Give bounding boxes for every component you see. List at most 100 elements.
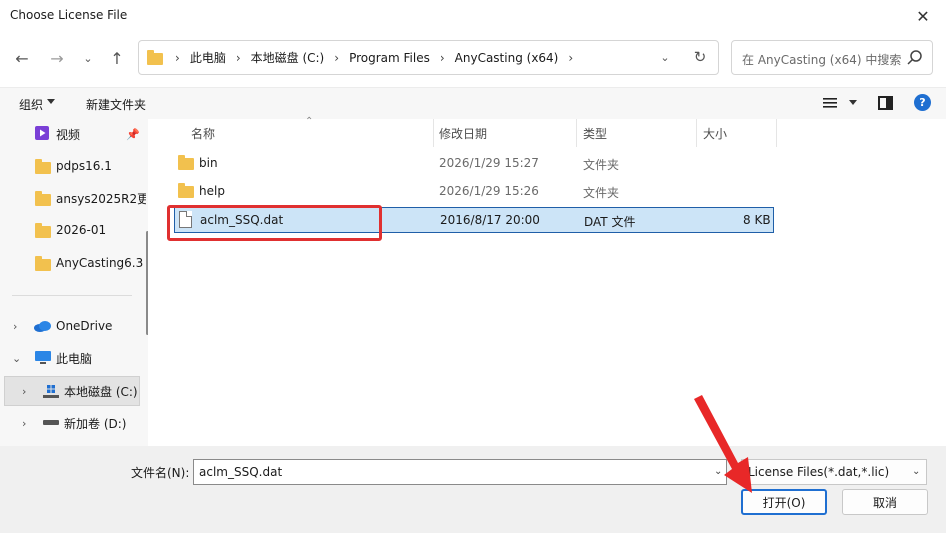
- breadcrumb-program-files[interactable]: Program Files: [349, 51, 430, 65]
- folder-icon: [147, 49, 163, 65]
- computer-icon: [35, 351, 51, 364]
- table-row[interactable]: bin 2026/1/29 15:27 文件夹: [174, 151, 774, 177]
- folder-icon: [35, 256, 51, 271]
- column-header-modified[interactable]: 修改日期: [439, 125, 487, 142]
- back-arrow-icon: ←: [15, 48, 29, 68]
- file-name: help: [199, 184, 225, 198]
- dialog-footer: 文件名(N): aclm_SSQ.dat ⌄ License Files(*.d…: [0, 446, 946, 533]
- title-bar: Choose License File ✕: [0, 0, 946, 32]
- file-type: 文件夹: [583, 186, 620, 200]
- search-box[interactable]: 在 AnyCasting (x64) 中搜索: [731, 40, 933, 75]
- close-button[interactable]: ✕: [900, 0, 946, 32]
- file-modified: 2016/8/17 20:00: [440, 213, 540, 227]
- file-modified: 2026/1/29 15:27: [439, 156, 539, 170]
- column-header-size[interactable]: 大小: [703, 125, 727, 142]
- cloud-icon: [34, 321, 51, 332]
- breadcrumb-separator: ›: [175, 50, 180, 65]
- caret-down-icon: [47, 99, 55, 104]
- folder-icon: [35, 159, 51, 174]
- nav-label: AnyCasting6.3: [56, 256, 144, 270]
- chevron-down-icon: ⌄: [660, 50, 670, 64]
- nav-label: pdps16.1: [56, 159, 112, 173]
- nav-item-this-pc[interactable]: ⌄ 此电脑: [0, 344, 148, 372]
- chevron-down-icon[interactable]: ⌄: [912, 466, 920, 477]
- nav-scrollbar[interactable]: [146, 231, 148, 335]
- refresh-button[interactable]: ↻: [690, 47, 710, 67]
- up-arrow-icon: ↑: [110, 48, 124, 68]
- folder-icon: [35, 191, 51, 206]
- pin-icon[interactable]: 📌: [126, 128, 140, 141]
- file-modified: 2026/1/29 15:26: [439, 184, 539, 198]
- drive-windows-icon: [43, 385, 59, 398]
- nav-item-pdps[interactable]: pdps16.1: [0, 152, 148, 180]
- search-input[interactable]: 在 AnyCasting (x64) 中搜索: [742, 51, 901, 68]
- address-bar[interactable]: › 此电脑 › 本地磁盘 (C:) › Program Files › AnyC…: [138, 40, 719, 75]
- search-icon: [907, 50, 922, 65]
- folder-icon: [35, 223, 51, 238]
- recent-locations-button[interactable]: ⌄: [74, 44, 102, 72]
- file-name: bin: [199, 156, 218, 170]
- chevron-down-icon[interactable]: ⌄: [12, 352, 21, 365]
- breadcrumb-local-disk[interactable]: 本地磁盘 (C:): [251, 49, 325, 66]
- nav-label: 本地磁盘 (C:): [64, 384, 138, 399]
- filename-label: 文件名(N):: [131, 466, 190, 480]
- nav-divider: [12, 295, 132, 296]
- cancel-button[interactable]: 取消: [842, 489, 928, 515]
- navigation-pane: 视频 📌 pdps16.1 ansys2025R2更 2026-01 AnyCa…: [0, 119, 148, 446]
- up-button[interactable]: ↑: [103, 44, 131, 72]
- column-separator[interactable]: [696, 119, 697, 147]
- back-button[interactable]: ←: [8, 44, 36, 72]
- file-size: 8 KB: [743, 213, 771, 227]
- nav-item-2026-01[interactable]: 2026-01: [0, 216, 148, 244]
- chevron-right-icon[interactable]: ›: [13, 320, 17, 333]
- nav-label: 新加卷 (D:): [64, 416, 127, 431]
- file-type: 文件夹: [583, 158, 620, 172]
- chevron-right-icon[interactable]: ›: [22, 417, 26, 430]
- column-separator[interactable]: [433, 119, 434, 147]
- close-icon: ✕: [916, 6, 930, 26]
- drive-icon: [43, 420, 59, 425]
- breadcrumb-separator: ›: [568, 50, 574, 65]
- nav-item-onedrive[interactable]: › OneDrive: [0, 312, 148, 340]
- help-icon[interactable]: ?: [914, 94, 931, 111]
- table-row[interactable]: help 2026/1/29 15:26 文件夹: [174, 179, 774, 205]
- nav-item-anycasting[interactable]: AnyCasting6.3: [0, 249, 148, 277]
- address-dropdown-button[interactable]: ⌄: [655, 47, 675, 67]
- chevron-right-icon[interactable]: ›: [22, 385, 26, 398]
- annotation-highlight-box: [167, 205, 382, 241]
- refresh-icon: ↻: [693, 48, 707, 66]
- column-separator[interactable]: [576, 119, 577, 147]
- nav-label: ansys2025R2更: [56, 191, 146, 206]
- file-type-select[interactable]: License Files(*.dat,*.lic): [741, 459, 927, 485]
- nav-item-ansys[interactable]: ansys2025R2更: [0, 184, 148, 212]
- nav-label: OneDrive: [56, 319, 113, 333]
- list-view-icon[interactable]: [823, 97, 837, 109]
- column-header-type[interactable]: 类型: [583, 125, 607, 142]
- nav-label: 视频: [56, 127, 81, 142]
- breadcrumb-separator: ›: [235, 50, 241, 65]
- breadcrumb-separator: ›: [334, 50, 340, 65]
- command-toolbar: 组织 新建文件夹 ?: [0, 87, 946, 119]
- window-title: Choose License File: [10, 8, 128, 22]
- video-icon: [35, 126, 49, 140]
- column-header-name[interactable]: 名称: [191, 125, 215, 142]
- new-folder-button[interactable]: 新建文件夹: [86, 96, 146, 113]
- filename-input[interactable]: aclm_SSQ.dat: [193, 459, 727, 485]
- column-separator[interactable]: [776, 119, 777, 147]
- file-type: DAT 文件: [584, 215, 636, 229]
- nav-item-volume-d[interactable]: › 新加卷 (D:): [0, 409, 148, 437]
- caret-down-icon[interactable]: [849, 100, 857, 105]
- forward-button[interactable]: →: [43, 44, 71, 72]
- nav-label: 此电脑: [56, 351, 93, 366]
- preview-pane-icon[interactable]: [878, 96, 893, 110]
- organize-button[interactable]: 组织: [19, 96, 43, 113]
- sort-caret-icon: ⌃: [305, 116, 314, 127]
- breadcrumb-this-pc[interactable]: 此电脑: [190, 49, 226, 66]
- file-list: ⌃ 名称 修改日期 类型 大小 bin 2026/1/29 15:27 文件夹 …: [158, 116, 946, 446]
- nav-label: 2026-01: [56, 223, 107, 237]
- annotation-arrow: [694, 395, 752, 493]
- nav-item-local-disk-c[interactable]: › 本地磁盘 (C:): [0, 377, 148, 405]
- breadcrumb-anycasting[interactable]: AnyCasting (x64): [455, 51, 559, 65]
- folder-icon: [178, 183, 194, 198]
- nav-item-videos[interactable]: 视频 📌: [0, 120, 148, 148]
